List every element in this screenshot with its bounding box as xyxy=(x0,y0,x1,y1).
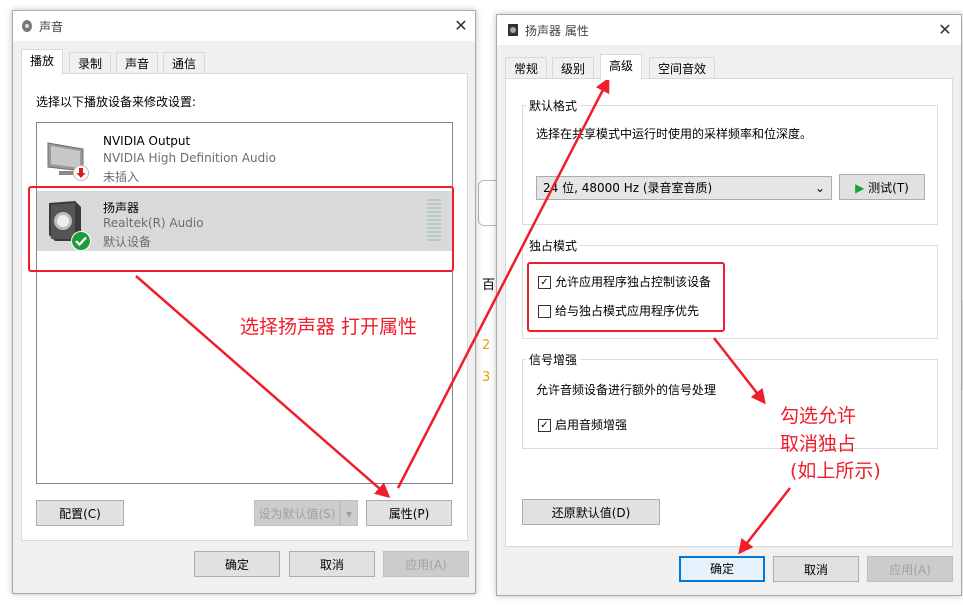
arrow-from-exclusive-box xyxy=(713,337,766,405)
tab-advanced[interactable]: 高级 xyxy=(600,54,643,80)
tab-playback[interactable]: 播放 xyxy=(21,49,64,75)
arrow-to-advanced-tab xyxy=(396,77,610,489)
arrow-to-properties xyxy=(135,275,391,498)
annotation-arrows xyxy=(135,77,791,555)
arrow-to-ok xyxy=(738,487,791,555)
